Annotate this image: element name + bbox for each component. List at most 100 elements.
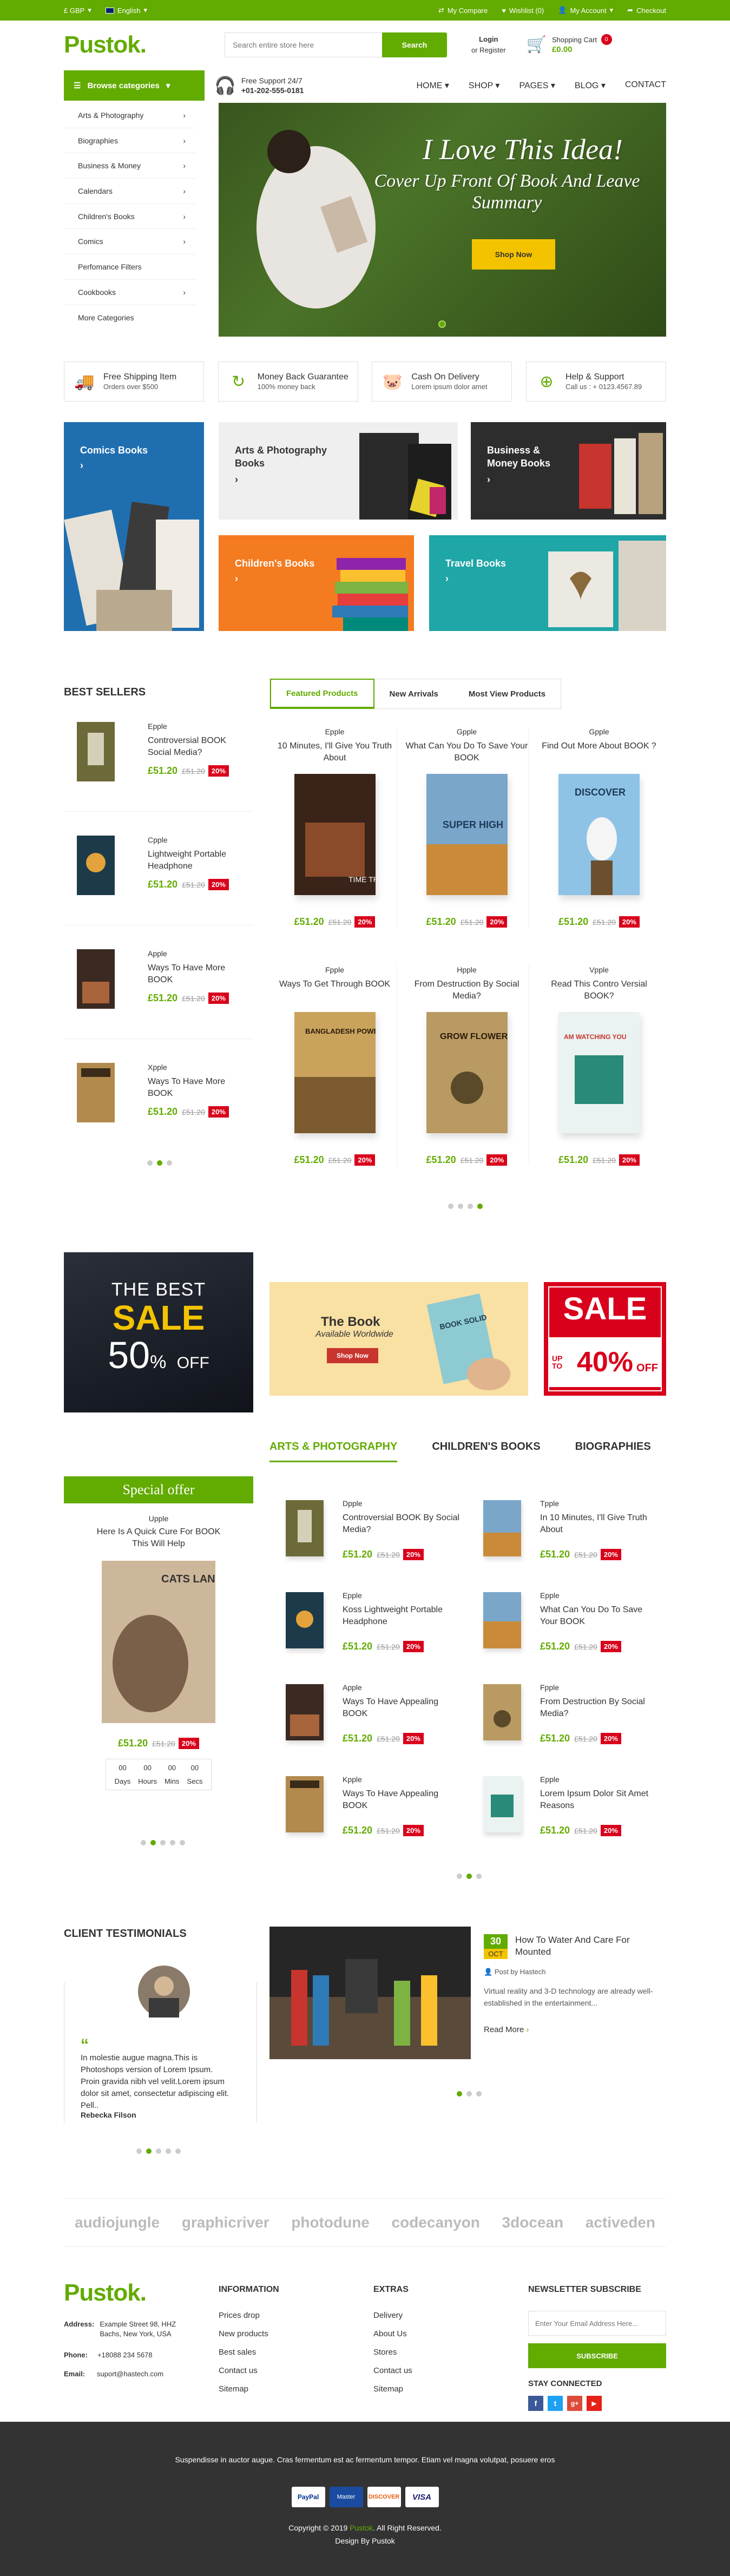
product-name[interactable]: What Can You Do To Save Your BOOK	[540, 1604, 659, 1628]
tab-biographies[interactable]: BIOGRAPHIES	[575, 1441, 651, 1462]
product-name[interactable]: Ways To Get Through BOOK	[273, 978, 397, 1004]
slider-dot[interactable]	[141, 1840, 146, 1845]
product-name[interactable]: Lorem Ipsum Dolor Sit Amet Reasons	[540, 1788, 659, 1812]
bestseller-item[interactable]: Epple Controversial BOOK Social Media? £…	[64, 706, 253, 812]
category-item[interactable]: Perfomance Filters	[64, 254, 196, 280]
facebook-icon[interactable]: f	[528, 2396, 543, 2411]
wishlist-link[interactable]: ♥ Wishlist (0)	[502, 6, 544, 15]
product-name[interactable]: Koss Lightweight Portable Headphone	[343, 1604, 462, 1628]
search-button[interactable]: Search	[382, 32, 447, 57]
tab-new-arrivals[interactable]: New Arrivals	[374, 679, 453, 709]
list-product[interactable]: Epple What Can You Do To Save Your BOOK £5…	[467, 1581, 662, 1673]
twitter-icon[interactable]: t	[548, 2396, 563, 2411]
slider-dot[interactable]	[136, 2148, 142, 2154]
tab-featured[interactable]: Featured Products	[270, 679, 374, 709]
menu-item-contact[interactable]: CONTACT	[625, 80, 666, 91]
footer-link[interactable]: About Us	[373, 2329, 412, 2338]
product-card[interactable]: Vpple Read This Contro Versial BOOK? AM …	[537, 965, 661, 1166]
slider-dot[interactable]	[146, 2148, 152, 2154]
product-name[interactable]: Find Out More About BOOK ?	[537, 740, 661, 766]
slider-dot[interactable]	[477, 1204, 483, 1209]
product-card[interactable]: Epple 10 Minutes, I'll Give You Truth Ab…	[273, 727, 397, 928]
slider-dot[interactable]	[476, 2091, 482, 2097]
product-name[interactable]: Ways To Have Appealing BOOK	[343, 1788, 462, 1812]
product-card[interactable]: Gpple Find Out More About BOOK ? DISCOVE…	[537, 727, 661, 928]
menu-item-blog[interactable]: BLOG ▾	[575, 80, 606, 91]
slider-dot[interactable]	[468, 1204, 473, 1209]
bestseller-item[interactable]: Xpple Ways To Have More BOOK £51.20 £51.2…	[64, 1047, 253, 1153]
category-item[interactable]: Children's Books ›	[64, 204, 196, 229]
product-name[interactable]: Ways To Have Appealing BOOK	[343, 1696, 462, 1720]
product-name[interactable]: Controversial BOOK Social Media?	[148, 735, 245, 759]
slider-dot[interactable]	[175, 2148, 181, 2154]
product-name[interactable]: Here Is A Quick Cure For BOOK This Will …	[91, 1526, 226, 1550]
footer-link[interactable]: Sitemap	[373, 2384, 412, 2394]
product-card[interactable]: Gpple What Can You Do To Save Your BOOK …	[405, 727, 529, 928]
currency-selector[interactable]: £ GBP ▾	[64, 6, 91, 15]
email-value[interactable]: suport@hastech.com	[97, 2370, 163, 2378]
menu-item-pages[interactable]: PAGES ▾	[519, 80, 555, 91]
slider-dot[interactable]	[458, 1204, 463, 1209]
youtube-icon[interactable]: ▶	[587, 2396, 602, 2411]
product-name[interactable]: Ways To Have More BOOK	[148, 962, 245, 986]
category-item[interactable]: Business & Money ›	[64, 153, 196, 179]
product-name[interactable]: Controversial BOOK By Social Media?	[343, 1512, 462, 1536]
logo[interactable]: Pustok.	[64, 31, 225, 58]
bestseller-item[interactable]: Cpple Lightweight Portable Headphone £51…	[64, 819, 253, 925]
product-name[interactable]: From Destruction By Social Media?	[405, 978, 529, 1004]
slider-dot[interactable]	[180, 1840, 185, 1845]
list-product[interactable]: Dpple Controversial BOOK By Social Media?…	[269, 1489, 464, 1581]
product-name[interactable]: Ways To Have More BOOK	[148, 1076, 245, 1100]
promo-sale-40[interactable]: SALE UP TO 40% OFF	[544, 1282, 666, 1396]
tab-arts[interactable]: ARTS & PHOTOGRAPHY	[269, 1441, 398, 1462]
slider-dot[interactable]	[160, 1840, 166, 1845]
register-link[interactable]: or Register	[471, 46, 506, 54]
menu-item-home[interactable]: HOME ▾	[416, 80, 449, 91]
tab-most-view[interactable]: Most View Products	[453, 679, 561, 709]
checkout-link[interactable]: ➦ Checkout	[627, 6, 666, 15]
read-more-link[interactable]: Read More ›	[484, 2025, 529, 2034]
category-item[interactable]: Calendars ›	[64, 179, 196, 204]
footer-link[interactable]: New products	[219, 2329, 279, 2338]
tile-travel[interactable]: Travel Books ›	[429, 535, 666, 631]
blog-title[interactable]: How To Water And Care For Mounted	[515, 1934, 656, 1958]
list-product[interactable]: Epple Koss Lightweight Portable Headphone…	[269, 1581, 464, 1673]
slider-dot[interactable]	[457, 2091, 462, 2097]
slider-dot[interactable]	[438, 320, 446, 328]
product-name[interactable]: What Can You Do To Save Your BOOK	[405, 740, 529, 766]
slider-dot[interactable]	[156, 2148, 161, 2154]
product-card[interactable]: Hpple From Destruction By Social Media? …	[405, 965, 529, 1166]
slider-dot[interactable]	[476, 1874, 482, 1879]
footer-link[interactable]: Contact us	[373, 2366, 412, 2375]
slider-dot[interactable]	[147, 1160, 153, 1166]
list-product[interactable]: Kpple Ways To Have Appealing BOOK £51.20 £5…	[269, 1765, 464, 1857]
google-plus-icon[interactable]: g+	[567, 2396, 582, 2411]
slider-dot[interactable]	[466, 2091, 472, 2097]
category-item[interactable]: Cookbooks ›	[64, 280, 196, 305]
copyright-brand[interactable]: Pustok	[350, 2524, 373, 2532]
footer-link[interactable]: Stores	[373, 2348, 412, 2357]
tile-comics[interactable]: Comics Books ›	[64, 422, 204, 631]
product-name[interactable]: From Destruction By Social Media?	[540, 1696, 659, 1720]
product-name[interactable]: In 10 Minutes, I'll Give Truth About	[540, 1512, 659, 1536]
promo-best-sale[interactable]: THE BEST SALE 50% OFF	[64, 1252, 253, 1412]
brand-logo[interactable]: graphicriver	[182, 2214, 269, 2231]
brand-logo[interactable]: 3docean	[502, 2214, 564, 2231]
footer-link[interactable]: Contact us	[219, 2366, 279, 2375]
category-item[interactable]: Arts & Photography ›	[64, 103, 196, 128]
language-selector[interactable]: English ▾	[105, 6, 147, 15]
shop-now-button[interactable]: Shop Now	[472, 239, 555, 270]
account-link[interactable]: 👤 My Account ▾	[558, 6, 613, 15]
menu-item-shop[interactable]: SHOP ▾	[469, 80, 500, 91]
product-card[interactable]: Fpple Ways To Get Through BOOK BANGLADES…	[273, 965, 397, 1166]
footer-logo[interactable]: Pustok.	[64, 2279, 205, 2306]
footer-link[interactable]: Delivery	[373, 2311, 412, 2320]
search-input[interactable]	[225, 32, 382, 57]
slider-dot[interactable]	[170, 1840, 175, 1845]
browse-categories-button[interactable]: ☰ Browse categories ▾	[64, 70, 205, 101]
shopping-cart[interactable]: 🛒 Shopping Cart £0.00 0	[527, 34, 612, 55]
tile-business[interactable]: Business & Money Books ›	[471, 422, 666, 520]
slider-dot[interactable]	[457, 1874, 462, 1879]
compare-link[interactable]: ⇄ My Compare	[438, 6, 488, 15]
category-item[interactable]: Biographies ›	[64, 128, 196, 154]
